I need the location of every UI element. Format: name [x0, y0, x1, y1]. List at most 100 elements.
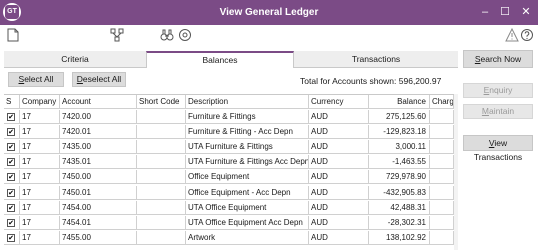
- short-code-cell: [137, 140, 186, 155]
- enquiry-label: nquiry: [489, 85, 513, 95]
- account-cell: 7420.01: [60, 125, 137, 140]
- row-checkbox[interactable]: ✔: [7, 218, 15, 227]
- col-header-account[interactable]: Account: [60, 95, 137, 109]
- short-code-cell: [137, 200, 186, 215]
- balance-cell: -1,463.55: [369, 155, 430, 170]
- table-row[interactable]: ✔ 17 7450.01 Office Equipment - Acc Depn AUD…: [4, 185, 454, 200]
- account-cell: 7435.00: [60, 140, 137, 155]
- row-select-cell[interactable]: ✔: [4, 185, 20, 200]
- currency-cell: AUD: [309, 140, 369, 155]
- account-cell: 7454.01: [60, 215, 137, 230]
- row-select-cell[interactable]: ✔: [4, 170, 20, 185]
- charge-cell: [430, 110, 454, 124]
- row-checkbox[interactable]: ✔: [7, 188, 15, 197]
- col-header-charge[interactable]: Charg: [430, 95, 454, 109]
- row-select-cell[interactable]: ✔: [4, 125, 20, 140]
- table-row[interactable]: ✔ 17 7454.01 UTA Office Equipment Acc Depn A…: [4, 215, 454, 230]
- settings-circle-icon[interactable]: [178, 28, 192, 42]
- close-button[interactable]: ✕: [515, 0, 537, 25]
- charge-cell: [430, 155, 454, 170]
- row-checkbox[interactable]: ✔: [7, 203, 15, 212]
- short-code-cell: [137, 215, 186, 230]
- table-row[interactable]: ✔ 17 7455.00 Artwork AUD 138,102.92: [4, 230, 454, 245]
- row-select-cell[interactable]: ✔: [4, 110, 20, 124]
- row-select-cell[interactable]: ✔: [4, 215, 20, 230]
- company-cell: 17: [20, 140, 60, 155]
- row-checkbox[interactable]: ✔: [7, 158, 15, 167]
- col-header-short-code[interactable]: Short Code: [137, 95, 186, 109]
- row-select-cell[interactable]: ✔: [4, 140, 20, 155]
- table-row[interactable]: ✔ 17 7450.00 Office Equipment AUD 729,978.90: [4, 170, 454, 185]
- row-select-cell[interactable]: ✔: [4, 230, 20, 245]
- description-cell: Office Equipment: [186, 170, 309, 185]
- maximize-button[interactable]: ☐: [494, 0, 516, 25]
- tab-criteria[interactable]: Criteria: [4, 51, 146, 68]
- ledger-table: S Company Account Short Code Description…: [4, 94, 454, 250]
- currency-cell: AUD: [309, 110, 369, 124]
- help-icon[interactable]: [520, 28, 534, 42]
- table-row[interactable]: ✔ 17 7435.00 UTA Furniture & Fittings AUD 3,0…: [4, 140, 454, 155]
- description-cell: UTA Furniture & Fittings: [186, 140, 309, 155]
- tab-transactions[interactable]: Transactions: [294, 51, 458, 68]
- minimize-button[interactable]: –: [474, 0, 496, 25]
- currency-cell: AUD: [309, 200, 369, 215]
- company-cell: 17: [20, 155, 60, 170]
- currency-cell: AUD: [309, 185, 369, 200]
- search-now-button[interactable]: Search Now: [463, 50, 533, 68]
- balance-cell: 275,125.60: [369, 110, 430, 124]
- document-icon[interactable]: [6, 28, 20, 42]
- currency-cell: AUD: [309, 155, 369, 170]
- col-header-select[interactable]: S: [4, 95, 20, 109]
- balance-cell: -28,302.31: [369, 215, 430, 230]
- account-cell: 7450.00: [60, 170, 137, 185]
- balance-cell: -432,905.83: [369, 185, 430, 200]
- table-row[interactable]: ✔ 17 7420.00 Furniture & Fittings AUD 275,125…: [4, 110, 454, 124]
- table-row[interactable]: ✔ 17 7420.01 Furniture & Fitting - Acc Depn…: [4, 125, 454, 140]
- tab-bar: Criteria Balances Transactions: [4, 51, 458, 68]
- row-select-cell[interactable]: ✔: [4, 200, 20, 215]
- search-now-label: earch Now: [480, 54, 522, 64]
- binoculars-icon[interactable]: [160, 28, 174, 42]
- currency-cell: AUD: [309, 230, 369, 245]
- currency-cell: AUD: [309, 170, 369, 185]
- col-header-currency[interactable]: Currency: [309, 95, 369, 109]
- warning-icon[interactable]: [505, 27, 519, 42]
- maintain-accesskey: M: [481, 106, 490, 116]
- company-cell: 17: [20, 185, 60, 200]
- total-value: 596,200.97: [398, 76, 442, 86]
- currency-cell: AUD: [309, 125, 369, 140]
- tab-balances[interactable]: Balances: [146, 51, 294, 68]
- row-checkbox[interactable]: ✔: [7, 143, 15, 152]
- select-all-button[interactable]: Select All: [8, 72, 64, 87]
- short-code-cell: [137, 185, 186, 200]
- row-checkbox[interactable]: ✔: [7, 113, 15, 121]
- table-row[interactable]: ✔ 17 7435.01 UTA Furniture & Fittings Acc D…: [4, 155, 454, 170]
- row-checkbox[interactable]: ✔: [7, 173, 15, 182]
- toolbar: [0, 25, 538, 45]
- table-row[interactable]: ✔ 17 7454.00 UTA Office Equipment AUD 42,488.…: [4, 200, 454, 215]
- description-cell: Furniture & Fittings: [186, 110, 309, 124]
- row-checkbox[interactable]: ✔: [7, 233, 15, 242]
- row-checkbox[interactable]: ✔: [7, 128, 15, 137]
- col-header-description[interactable]: Description: [186, 95, 309, 109]
- hierarchy-icon[interactable]: [110, 28, 124, 42]
- company-cell: 17: [20, 230, 60, 245]
- title-bar: GT View General Ledger – ☐ ✕: [0, 0, 538, 25]
- row-select-cell[interactable]: ✔: [4, 155, 20, 170]
- charge-cell: [430, 125, 454, 140]
- short-code-cell: [137, 155, 186, 170]
- deselect-all-button[interactable]: Deselect All: [72, 72, 126, 87]
- description-cell: Furniture & Fitting - Acc Depn: [186, 125, 309, 140]
- account-cell: 7420.00: [60, 110, 137, 124]
- description-cell: Artwork: [186, 230, 309, 245]
- col-header-balance[interactable]: Balance: [369, 95, 430, 109]
- short-code-cell: [137, 170, 186, 185]
- enquiry-button[interactable]: Enquiry: [463, 83, 533, 98]
- col-header-company[interactable]: Company: [20, 95, 60, 109]
- balance-cell: 3,000.11: [369, 140, 430, 155]
- vertical-scrollbar[interactable]: [454, 94, 458, 250]
- view-transactions-button[interactable]: View Transactions: [463, 135, 533, 162]
- charge-cell: [430, 185, 454, 200]
- balance-cell: -129,823.18: [369, 125, 430, 140]
- maintain-button[interactable]: Maintain: [463, 104, 533, 119]
